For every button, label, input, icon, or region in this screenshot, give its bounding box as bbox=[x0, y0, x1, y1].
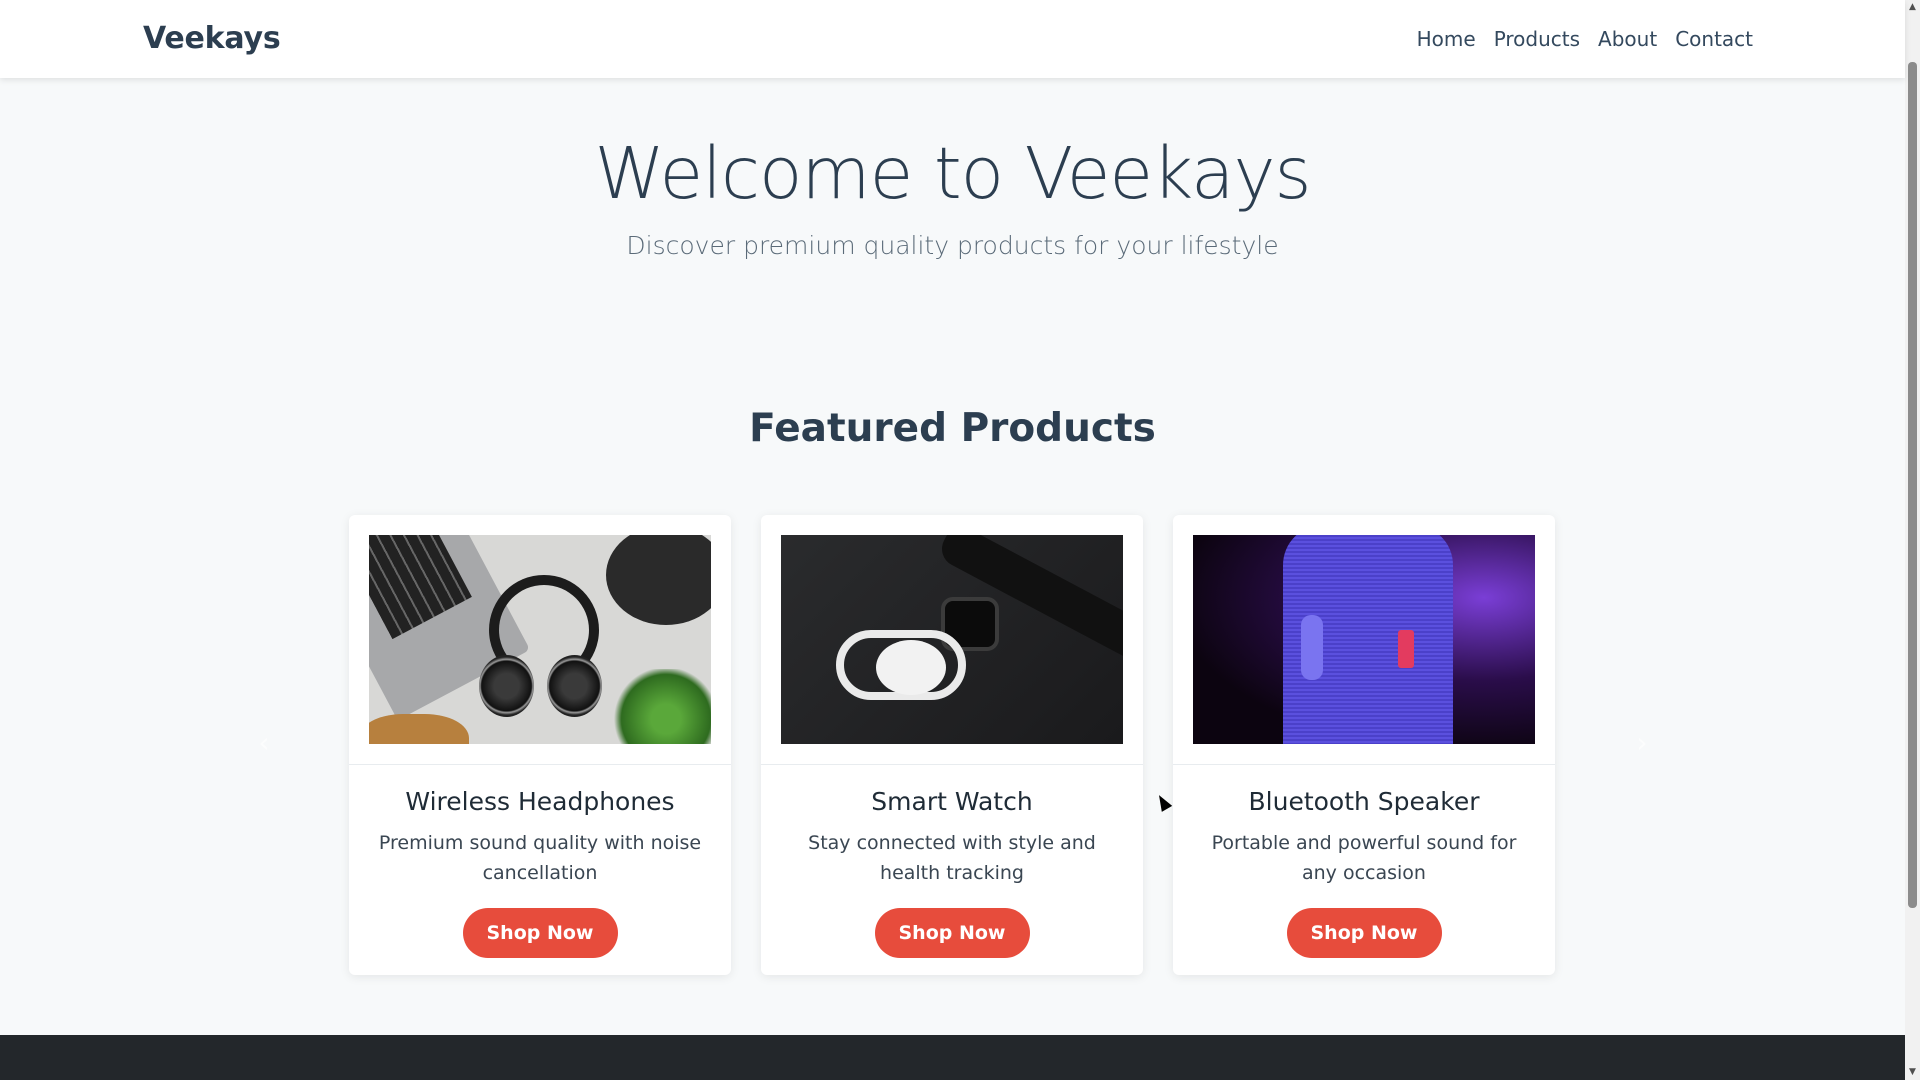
featured-title: Featured Products bbox=[749, 406, 1156, 451]
nav-links: Home Products About Contact bbox=[1417, 27, 1753, 51]
product-card: Bluetooth Speaker Portable and powerful … bbox=[1173, 515, 1555, 975]
product-carousel: Wireless Headphones Premium sound qualit… bbox=[349, 515, 1555, 975]
nav-link-home[interactable]: Home bbox=[1417, 27, 1476, 51]
product-name: Smart Watch bbox=[871, 787, 1033, 816]
bluetooth-speaker-image bbox=[1193, 535, 1535, 744]
shop-now-button[interactable]: Shop Now bbox=[1286, 908, 1442, 958]
brand-logo[interactable]: Veekays bbox=[143, 21, 281, 56]
product-description: Portable and powerful sound for any occa… bbox=[1211, 832, 1517, 884]
smart-watch-image bbox=[781, 535, 1123, 744]
chevron-right-icon[interactable]: › bbox=[1632, 728, 1652, 758]
scroll-up-icon[interactable]: ▲ bbox=[1905, 0, 1920, 15]
hero-title: Welcome to Veekays bbox=[594, 132, 1312, 215]
nav-link-about[interactable]: About bbox=[1598, 27, 1657, 51]
product-name: Bluetooth Speaker bbox=[1248, 787, 1480, 816]
product-image-frame bbox=[1173, 515, 1555, 765]
nav-link-products[interactable]: Products bbox=[1494, 27, 1580, 51]
scrollbar-thumb[interactable] bbox=[1908, 62, 1917, 908]
navbar: Veekays Home Products About Contact bbox=[0, 0, 1905, 78]
hero-section: Welcome to Veekays Discover premium qual… bbox=[0, 78, 1905, 260]
nav-link-contact[interactable]: Contact bbox=[1675, 27, 1753, 51]
scroll-down-icon[interactable]: ▼ bbox=[1905, 1065, 1920, 1080]
product-image-frame bbox=[761, 515, 1143, 765]
product-image-frame bbox=[349, 515, 731, 765]
product-description: Premium sound quality with noise cancell… bbox=[378, 832, 702, 884]
product-card: Smart Watch Stay connected with style an… bbox=[761, 515, 1143, 975]
hero-subtitle: Discover premium quality products for yo… bbox=[626, 231, 1279, 260]
product-name: Wireless Headphones bbox=[405, 787, 675, 816]
headphones-image bbox=[369, 535, 711, 744]
product-card: Wireless Headphones Premium sound qualit… bbox=[349, 515, 731, 975]
shop-now-button[interactable]: Shop Now bbox=[874, 908, 1030, 958]
shop-now-button[interactable]: Shop Now bbox=[462, 908, 618, 958]
scrollbar[interactable]: ▲ ▼ bbox=[1905, 0, 1920, 1080]
chevron-left-icon[interactable]: ‹ bbox=[254, 728, 274, 758]
product-description: Stay connected with style and health tra… bbox=[808, 832, 1096, 884]
footer bbox=[0, 1035, 1905, 1080]
